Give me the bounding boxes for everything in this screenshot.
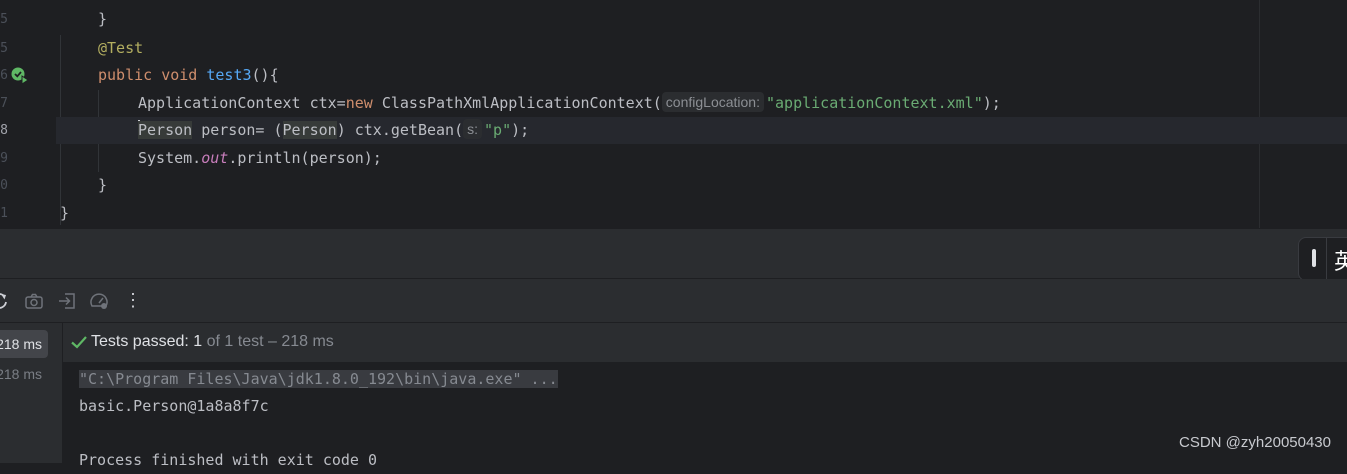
import-icon[interactable] [57, 291, 77, 311]
test-status-text: Tests passed: 1 of 1 test – 218 ms [91, 333, 334, 351]
gauge-icon[interactable] [89, 291, 109, 311]
code-text: ctx= [300, 94, 346, 112]
line-number: 6 [0, 68, 8, 83]
code-line: } [56, 6, 1347, 33]
ime-divider [1326, 238, 1327, 280]
test-status-bar: Tests passed: 1 of 1 test – 218 ms [63, 323, 1347, 363]
test-tree-item[interactable]: 218 ms [0, 360, 48, 388]
tests-detail-label: of 1 test – 218 ms [202, 333, 334, 350]
more-icon[interactable]: ⋮ [124, 291, 144, 311]
keyword: public [98, 66, 153, 84]
code-line: public void test3(){ [56, 62, 1347, 89]
code-line: } [56, 172, 1347, 199]
console-output[interactable]: Tests passed: 1 of 1 test – 218 ms "C:\P… [63, 323, 1347, 469]
restart-icon[interactable] [0, 291, 10, 311]
code-text: (){ [251, 66, 279, 84]
ime-cursor-icon [1312, 249, 1316, 267]
watermark: CSDN @zyh20050430 [1179, 434, 1331, 451]
line-number: 8 [0, 123, 8, 138]
ime-language-label: 英 [1334, 250, 1347, 275]
test-tree: 218 ms 218 ms [0, 323, 63, 463]
keyword: void [161, 66, 198, 84]
code-text: ); [982, 94, 1001, 112]
brace: } [98, 10, 108, 28]
method-name: test3 [206, 66, 252, 84]
line-number: 5 [0, 12, 8, 27]
brace: } [98, 176, 108, 194]
test-annotation: @Test [98, 39, 144, 57]
code-text: .println(person); [228, 149, 382, 167]
code-text: ApplicationContext [138, 94, 301, 112]
code-text: System. [138, 149, 202, 167]
static-field: out [201, 149, 229, 167]
run-test-icon[interactable] [10, 66, 30, 86]
line-number: 7 [0, 96, 8, 111]
command-line: "C:\Program Files\Java\jdk1.8.0_192\bin\… [79, 370, 558, 388]
ime-indicator[interactable]: 英 [1298, 237, 1347, 281]
code-text: ); [511, 121, 530, 139]
code-line: } [56, 200, 1347, 227]
code-text-highlighted: Person [282, 121, 337, 139]
current-code-line: Person person= (Person) ctx.getBean(s: "p… [56, 117, 1347, 144]
string-literal: "p" [484, 121, 512, 139]
code-editor[interactable]: 5 5 6 7 8 9 0 1 } @Test public void test… [0, 0, 1347, 228]
tests-passed-label: Tests passed: 1 [91, 333, 203, 350]
editor-gutter: 5 5 6 7 8 9 0 1 [0, 0, 83, 228]
camera-icon[interactable] [24, 291, 44, 311]
code-line: @Test [56, 35, 1347, 62]
parameter-hint: configLocation: [661, 92, 764, 112]
line-number: 0 [0, 178, 8, 193]
run-toolbar: ⋮ [0, 279, 1347, 323]
brace: } [60, 204, 70, 222]
console-line: basic.Person@1a8a8f7c [79, 397, 269, 415]
code-text: ) ctx.getBean( [336, 121, 464, 139]
check-icon [70, 333, 88, 355]
parameter-hint: s: [463, 119, 483, 139]
console-line: "C:\Program Files\Java\jdk1.8.0_192\bin\… [79, 366, 558, 393]
line-number: 9 [0, 151, 8, 166]
line-number: 5 [0, 41, 8, 56]
test-tree-item[interactable]: 218 ms [0, 330, 48, 358]
keyword: new [345, 94, 373, 112]
code-line: System.out.println(person); [56, 145, 1347, 172]
panel-divider[interactable] [0, 228, 1347, 279]
string-literal: "applicationContext.xml" [765, 94, 983, 112]
console-line: Process finished with exit code 0 [79, 451, 378, 469]
line-number: 1 [0, 206, 8, 221]
code-text: ClassPathXmlApplicationContext( [372, 94, 662, 112]
code-text-highlighted: Person [138, 121, 193, 139]
code-line: ApplicationContext ctx=new ClassPathXmlA… [56, 90, 1347, 117]
code-text: person= ( [192, 121, 283, 139]
